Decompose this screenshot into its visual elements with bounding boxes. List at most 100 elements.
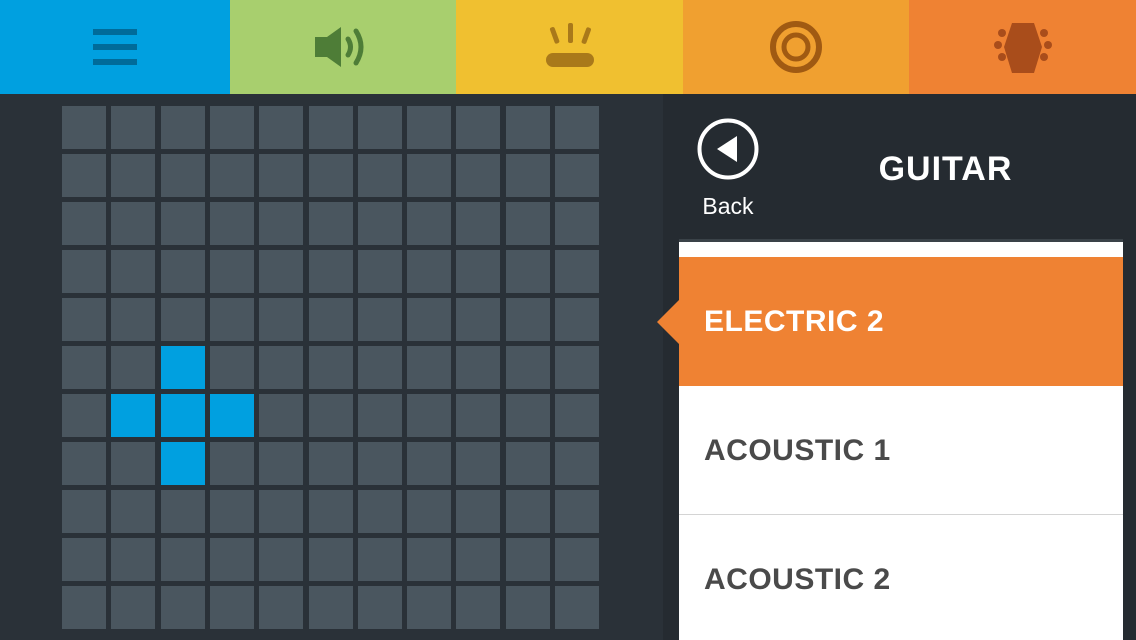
pad-cell[interactable]	[555, 154, 599, 197]
pad-cell[interactable]	[456, 442, 500, 485]
pad-cell[interactable]	[111, 586, 155, 629]
pad-cell[interactable]	[161, 154, 205, 197]
pad-cell[interactable]	[259, 346, 303, 389]
pad-cell[interactable]	[111, 154, 155, 197]
pad-cell[interactable]	[407, 298, 451, 341]
pad-cell[interactable]	[456, 490, 500, 533]
pad-cell[interactable]	[407, 394, 451, 437]
pad-cell[interactable]	[555, 586, 599, 629]
pad-cell[interactable]	[111, 250, 155, 293]
pad-cell[interactable]	[456, 106, 500, 149]
pad-cell[interactable]	[309, 106, 353, 149]
pad-cell[interactable]	[259, 154, 303, 197]
pad-cell[interactable]	[456, 298, 500, 341]
pad-cell[interactable]	[259, 394, 303, 437]
pad-cell[interactable]	[309, 154, 353, 197]
pad-cell[interactable]	[456, 154, 500, 197]
pad-cell[interactable]	[506, 586, 550, 629]
pad-cell[interactable]	[506, 154, 550, 197]
tab-guitar[interactable]	[909, 0, 1136, 117]
pad-cell[interactable]	[555, 202, 599, 245]
pad-cell[interactable]	[161, 298, 205, 341]
pad-cell[interactable]	[407, 586, 451, 629]
pad-cell[interactable]	[555, 106, 599, 149]
pad-cell[interactable]	[210, 346, 254, 389]
pad-cell[interactable]	[259, 442, 303, 485]
pad-cell[interactable]	[259, 298, 303, 341]
pad-cell[interactable]	[259, 538, 303, 581]
pad-cell[interactable]	[161, 202, 205, 245]
pad-cell[interactable]	[62, 202, 106, 245]
pad-cell[interactable]	[210, 490, 254, 533]
pad-cell[interactable]	[506, 298, 550, 341]
pad-cell[interactable]	[358, 106, 402, 149]
pad-cell[interactable]	[161, 106, 205, 149]
pad-cell[interactable]	[407, 106, 451, 149]
pad-cell[interactable]	[309, 250, 353, 293]
pad-cell[interactable]	[62, 538, 106, 581]
pad-cell[interactable]	[407, 538, 451, 581]
pad-cell[interactable]	[506, 346, 550, 389]
pad-cell[interactable]	[506, 442, 550, 485]
pad-cell[interactable]	[407, 154, 451, 197]
pad-cell[interactable]	[358, 442, 402, 485]
pad-cell[interactable]	[210, 106, 254, 149]
pad-cell[interactable]	[309, 490, 353, 533]
pad-cell[interactable]	[62, 586, 106, 629]
pad-cell[interactable]	[62, 106, 106, 149]
pad-cell[interactable]	[309, 442, 353, 485]
pad-cell[interactable]	[407, 250, 451, 293]
pad-cell[interactable]	[62, 394, 106, 437]
pad-cell[interactable]	[309, 202, 353, 245]
pad-cell[interactable]	[111, 202, 155, 245]
pad-cell[interactable]	[555, 442, 599, 485]
back-button[interactable]: Back	[695, 118, 761, 220]
pad-cell[interactable]	[407, 442, 451, 485]
tab-drums[interactable]	[456, 0, 683, 94]
pad-cell[interactable]	[111, 490, 155, 533]
pad-cell[interactable]	[456, 250, 500, 293]
pad-cell[interactable]	[506, 538, 550, 581]
tab-menu[interactable]	[0, 0, 230, 94]
pad-cell[interactable]	[407, 490, 451, 533]
pad-cell[interactable]	[309, 586, 353, 629]
pad-cell[interactable]	[506, 106, 550, 149]
pad-cell[interactable]	[358, 586, 402, 629]
pad-cell[interactable]	[358, 490, 402, 533]
instrument-item-acoustic-1[interactable]: ACOUSTIC 1	[679, 386, 1123, 515]
pad-cell[interactable]	[358, 298, 402, 341]
pad-cell[interactable]	[259, 250, 303, 293]
pad-cell[interactable]	[555, 538, 599, 581]
pad-cell[interactable]	[259, 106, 303, 149]
pad-cell[interactable]	[309, 538, 353, 581]
pad-cell[interactable]	[456, 394, 500, 437]
pad-cell[interactable]	[210, 442, 254, 485]
pad-cell[interactable]	[62, 442, 106, 485]
pad-cell[interactable]	[555, 250, 599, 293]
pad-cell[interactable]	[210, 202, 254, 245]
pad-cell[interactable]	[62, 346, 106, 389]
instrument-item-electric-2[interactable]: ELECTRIC 2	[657, 257, 1123, 386]
pad-cell[interactable]	[259, 490, 303, 533]
pad-cell[interactable]	[161, 586, 205, 629]
pad-cell[interactable]	[259, 586, 303, 629]
pad-cell[interactable]	[161, 538, 205, 581]
tab-sound[interactable]	[230, 0, 456, 94]
pad-cell-active[interactable]	[161, 394, 205, 437]
pad-cell[interactable]	[210, 250, 254, 293]
pad-cell[interactable]	[210, 586, 254, 629]
pad-cell-active[interactable]	[161, 442, 205, 485]
pad-cell[interactable]	[358, 154, 402, 197]
pad-cell[interactable]	[407, 346, 451, 389]
pad-cell[interactable]	[506, 490, 550, 533]
pad-cell[interactable]	[161, 490, 205, 533]
pad-cell[interactable]	[407, 202, 451, 245]
pad-cell[interactable]	[210, 538, 254, 581]
pad-cell[interactable]	[111, 106, 155, 149]
pad-cell[interactable]	[506, 202, 550, 245]
pad-cell-active[interactable]	[161, 346, 205, 389]
pad-cell[interactable]	[111, 538, 155, 581]
pad-cell[interactable]	[309, 346, 353, 389]
pad-cell[interactable]	[456, 586, 500, 629]
pad-cell[interactable]	[506, 394, 550, 437]
